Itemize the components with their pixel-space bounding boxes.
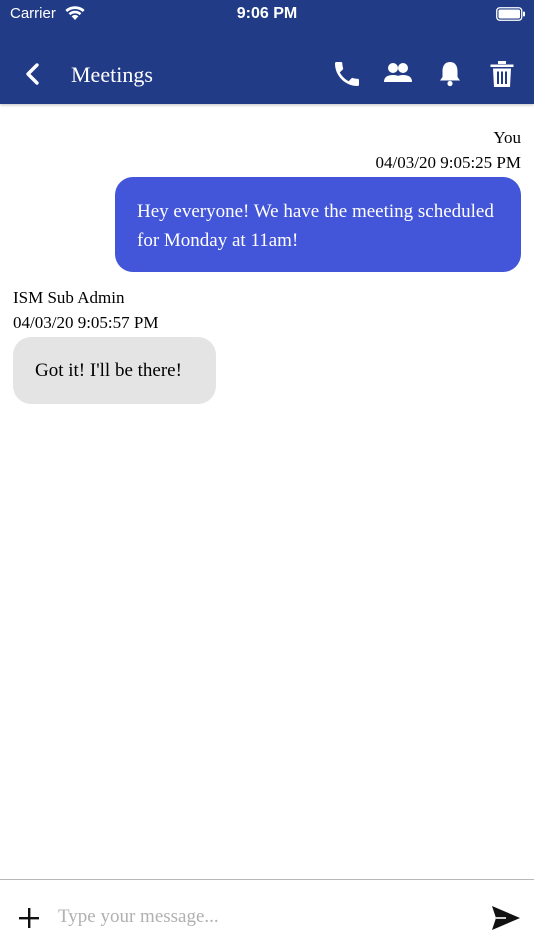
status-time: 9:06 PM	[236, 5, 298, 22]
app-header: Carrier 9:06 PM Meetings	[0, 0, 534, 104]
delete-button[interactable]	[486, 58, 518, 90]
received-message-bubble[interactable]: Got it! I'll be there!	[13, 337, 216, 404]
message-list[interactable]: You 04/03/20 9:05:25 PM Hey everyone! We…	[0, 104, 534, 880]
battery-icon	[496, 7, 526, 25]
message-input[interactable]	[58, 900, 468, 934]
call-button[interactable]	[331, 58, 363, 90]
phone-icon	[331, 62, 363, 94]
bell-icon	[434, 62, 466, 94]
send-icon	[490, 906, 522, 936]
group-icon	[382, 63, 414, 94]
status-bar: Carrier 9:06 PM	[0, 0, 534, 28]
navigation-bar: Meetings	[0, 44, 534, 104]
members-button[interactable]	[382, 58, 414, 90]
back-button[interactable]	[18, 58, 48, 90]
chevron-left-icon	[18, 63, 48, 94]
trash-icon	[486, 61, 518, 94]
message-timestamp: 04/03/20 9:05:57 PM	[13, 313, 159, 332]
message-composer	[0, 879, 534, 951]
notifications-button[interactable]	[434, 58, 466, 90]
attach-button[interactable]	[17, 906, 41, 930]
sent-message-bubble[interactable]: Hey everyone! We have the meeting schedu…	[115, 177, 521, 272]
send-button[interactable]	[490, 904, 522, 932]
plus-icon	[17, 908, 41, 934]
message-sender: You	[493, 128, 521, 147]
message-sender: ISM Sub Admin	[13, 288, 125, 307]
page-title: Meetings	[71, 62, 153, 87]
message-timestamp: 04/03/20 9:05:25 PM	[375, 153, 521, 172]
